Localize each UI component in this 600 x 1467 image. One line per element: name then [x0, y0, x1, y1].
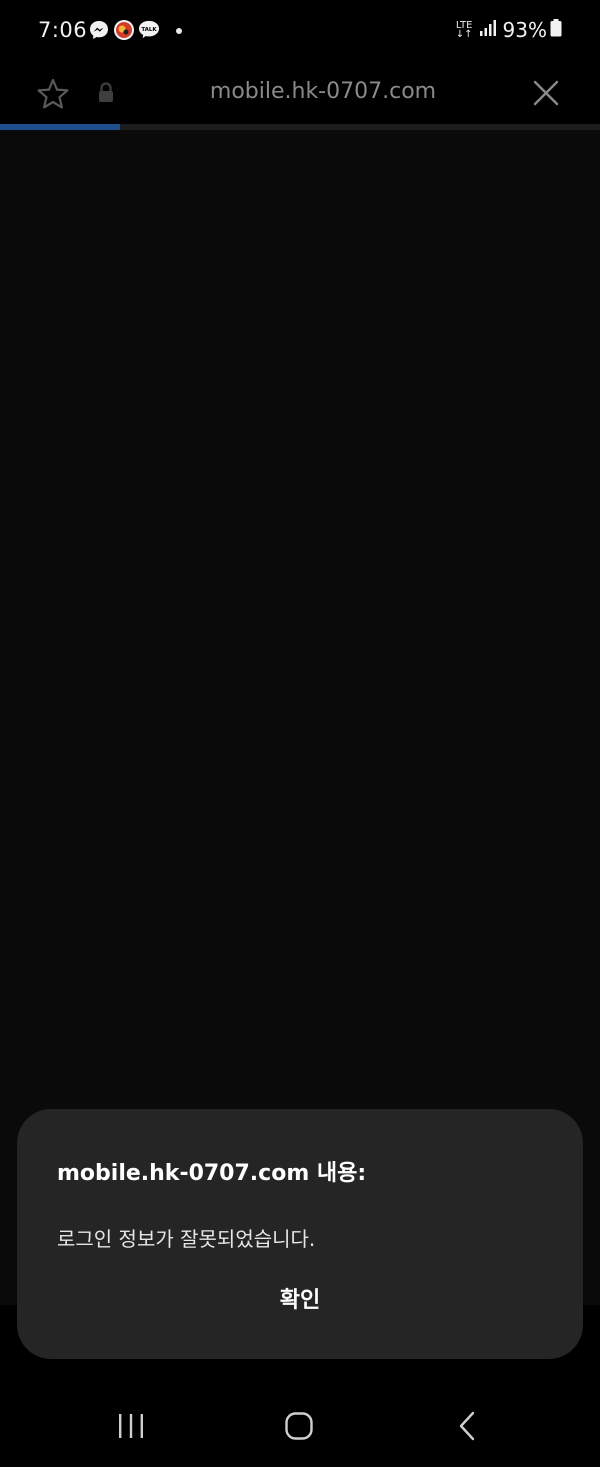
battery-icon [550, 19, 562, 41]
status-bar: 7:06 TALK LTE ↓↑ 93% [0, 0, 600, 62]
dialog-title: mobile.hk-0707.com 내용: [57, 1161, 367, 1186]
signal-icon [479, 19, 497, 41]
confirm-button[interactable]: 확인 [250, 1275, 350, 1321]
url-text[interactable]: mobile.hk-0707.com [150, 79, 496, 104]
back-icon[interactable] [456, 1411, 480, 1441]
browser-url-bar: mobile.hk-0707.com [0, 62, 600, 124]
notification-icons: TALK [88, 19, 163, 41]
messenger-icon [88, 19, 110, 41]
status-time: 7:06 [38, 18, 88, 42]
star-icon[interactable] [36, 77, 70, 111]
more-notifications-dot [176, 28, 182, 34]
recent-apps-icon[interactable] [116, 1413, 146, 1439]
status-right: LTE ↓↑ 93% [456, 18, 562, 42]
dialog-message: 로그인 정보가 잘못되었습니다. [57, 1227, 316, 1251]
close-icon[interactable] [530, 77, 562, 109]
lock-icon [97, 82, 115, 104]
system-navigation-bar [0, 1385, 600, 1467]
network-type-label: LTE ↓↑ [455, 20, 473, 40]
app-badge-icon [113, 19, 135, 41]
battery-percent: 93% [502, 18, 547, 42]
kakaotalk-icon: TALK [138, 19, 160, 41]
home-icon[interactable] [284, 1411, 314, 1441]
kakaotalk-label: TALK [141, 27, 157, 33]
alert-dialog: mobile.hk-0707.com 내용: 로그인 정보가 잘못되었습니다. … [17, 1109, 583, 1359]
